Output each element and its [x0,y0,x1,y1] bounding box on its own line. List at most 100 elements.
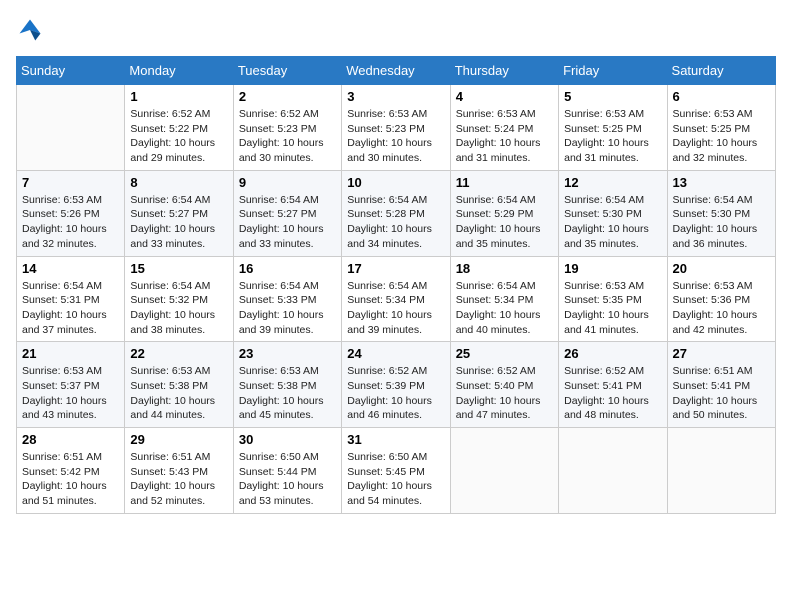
calendar-header-row: SundayMondayTuesdayWednesdayThursdayFrid… [17,57,776,85]
calendar-cell: 30 Sunrise: 6:50 AM Sunset: 5:44 PM Dayli… [233,428,341,514]
cell-content: Sunrise: 6:53 AM Sunset: 5:38 PM Dayligh… [239,364,336,423]
cell-content: Sunrise: 6:52 AM Sunset: 5:40 PM Dayligh… [456,364,553,423]
day-number: 8 [130,175,227,190]
calendar-cell: 11Sunrise: 6:54 AM Sunset: 5:29 PM Dayli… [450,170,558,256]
calendar-cell: 14 Sunrise: 6:54 AM Sunset: 5:31 PM Dayli… [17,256,125,342]
day-number: 17 [347,261,444,276]
cell-content: Sunrise: 6:53 AM Sunset: 5:36 PM Dayligh… [673,279,770,338]
calendar-week-row: 1 Sunrise: 6:52 AM Sunset: 5:22 PM Daylig… [17,85,776,171]
cell-content: Sunrise: 6:54 AM Sunset: 5:31 PM Dayligh… [22,279,119,338]
logo-icon [16,16,44,44]
day-number: 10 [347,175,444,190]
calendar-cell: 10 Sunrise: 6:54 AM Sunset: 5:28 PM Dayli… [342,170,450,256]
cell-content: Sunrise: 6:52 AM Sunset: 5:39 PM Dayligh… [347,364,444,423]
calendar-cell: 31 Sunrise: 6:50 AM Sunset: 5:45 PM Dayli… [342,428,450,514]
calendar-cell: 8 Sunrise: 6:54 AM Sunset: 5:27 PM Daylig… [125,170,233,256]
cell-content: Sunrise: 6:50 AM Sunset: 5:44 PM Dayligh… [239,450,336,509]
weekday-header-wednesday: Wednesday [342,57,450,85]
day-number: 3 [347,89,444,104]
page-header [16,16,776,44]
calendar-cell: 23Sunrise: 6:53 AM Sunset: 5:38 PM Dayli… [233,342,341,428]
calendar-cell: 12 Sunrise: 6:54 AM Sunset: 5:30 PM Dayli… [559,170,667,256]
cell-content: Sunrise: 6:53 AM Sunset: 5:37 PM Dayligh… [22,364,119,423]
cell-content: Sunrise: 6:52 AM Sunset: 5:22 PM Dayligh… [130,107,227,166]
calendar-cell: 16 Sunrise: 6:54 AM Sunset: 5:33 PM Dayli… [233,256,341,342]
cell-content: Sunrise: 6:54 AM Sunset: 5:28 PM Dayligh… [347,193,444,252]
calendar-cell: 21 Sunrise: 6:53 AM Sunset: 5:37 PM Dayli… [17,342,125,428]
calendar-week-row: 14 Sunrise: 6:54 AM Sunset: 5:31 PM Dayli… [17,256,776,342]
day-number: 24 [347,346,444,361]
day-number: 25 [456,346,553,361]
cell-content: Sunrise: 6:54 AM Sunset: 5:33 PM Dayligh… [239,279,336,338]
logo [16,16,48,44]
cell-content: Sunrise: 6:52 AM Sunset: 5:23 PM Dayligh… [239,107,336,166]
day-number: 26 [564,346,661,361]
calendar-table: SundayMondayTuesdayWednesdayThursdayFrid… [16,56,776,514]
day-number: 16 [239,261,336,276]
calendar-cell: 27Sunrise: 6:51 AM Sunset: 5:41 PM Dayli… [667,342,775,428]
cell-content: Sunrise: 6:54 AM Sunset: 5:30 PM Dayligh… [673,193,770,252]
cell-content: Sunrise: 6:54 AM Sunset: 5:27 PM Dayligh… [239,193,336,252]
cell-content: Sunrise: 6:53 AM Sunset: 5:23 PM Dayligh… [347,107,444,166]
weekday-header-monday: Monday [125,57,233,85]
calendar-week-row: 7 Sunrise: 6:53 AM Sunset: 5:26 PM Daylig… [17,170,776,256]
calendar-cell: 29 Sunrise: 6:51 AM Sunset: 5:43 PM Dayli… [125,428,233,514]
cell-content: Sunrise: 6:53 AM Sunset: 5:35 PM Dayligh… [564,279,661,338]
cell-content: Sunrise: 6:54 AM Sunset: 5:32 PM Dayligh… [130,279,227,338]
day-number: 20 [673,261,770,276]
weekday-header-saturday: Saturday [667,57,775,85]
calendar-cell: 18 Sunrise: 6:54 AM Sunset: 5:34 PM Dayli… [450,256,558,342]
cell-content: Sunrise: 6:54 AM Sunset: 5:27 PM Dayligh… [130,193,227,252]
calendar-cell [667,428,775,514]
calendar-cell: 19 Sunrise: 6:53 AM Sunset: 5:35 PM Dayli… [559,256,667,342]
calendar-cell: 4 Sunrise: 6:53 AM Sunset: 5:24 PM Daylig… [450,85,558,171]
calendar-week-row: 21 Sunrise: 6:53 AM Sunset: 5:37 PM Dayli… [17,342,776,428]
calendar-cell [450,428,558,514]
day-number: 29 [130,432,227,447]
day-number: 19 [564,261,661,276]
calendar-cell: 2Sunrise: 6:52 AM Sunset: 5:23 PM Daylig… [233,85,341,171]
calendar-cell: 9Sunrise: 6:54 AM Sunset: 5:27 PM Daylig… [233,170,341,256]
cell-content: Sunrise: 6:53 AM Sunset: 5:24 PM Dayligh… [456,107,553,166]
calendar-cell: 24 Sunrise: 6:52 AM Sunset: 5:39 PM Dayli… [342,342,450,428]
calendar-cell: 20 Sunrise: 6:53 AM Sunset: 5:36 PM Dayli… [667,256,775,342]
cell-content: Sunrise: 6:54 AM Sunset: 5:29 PM Dayligh… [456,193,553,252]
cell-content: Sunrise: 6:54 AM Sunset: 5:30 PM Dayligh… [564,193,661,252]
day-number: 22 [130,346,227,361]
calendar-cell: 3 Sunrise: 6:53 AM Sunset: 5:23 PM Daylig… [342,85,450,171]
day-number: 28 [22,432,119,447]
day-number: 18 [456,261,553,276]
calendar-cell: 6 Sunrise: 6:53 AM Sunset: 5:25 PM Daylig… [667,85,775,171]
day-number: 1 [130,89,227,104]
day-number: 30 [239,432,336,447]
cell-content: Sunrise: 6:51 AM Sunset: 5:43 PM Dayligh… [130,450,227,509]
day-number: 7 [22,175,119,190]
weekday-header-tuesday: Tuesday [233,57,341,85]
day-number: 6 [673,89,770,104]
cell-content: Sunrise: 6:54 AM Sunset: 5:34 PM Dayligh… [347,279,444,338]
calendar-cell: 5Sunrise: 6:53 AM Sunset: 5:25 PM Daylig… [559,85,667,171]
day-number: 21 [22,346,119,361]
cell-content: Sunrise: 6:53 AM Sunset: 5:25 PM Dayligh… [673,107,770,166]
day-number: 15 [130,261,227,276]
calendar-cell: 13 Sunrise: 6:54 AM Sunset: 5:30 PM Dayli… [667,170,775,256]
cell-content: Sunrise: 6:54 AM Sunset: 5:34 PM Dayligh… [456,279,553,338]
cell-content: Sunrise: 6:53 AM Sunset: 5:26 PM Dayligh… [22,193,119,252]
calendar-cell: 25 Sunrise: 6:52 AM Sunset: 5:40 PM Dayli… [450,342,558,428]
day-number: 31 [347,432,444,447]
calendar-cell: 17 Sunrise: 6:54 AM Sunset: 5:34 PM Dayli… [342,256,450,342]
day-number: 12 [564,175,661,190]
calendar-cell: 7 Sunrise: 6:53 AM Sunset: 5:26 PM Daylig… [17,170,125,256]
cell-content: Sunrise: 6:53 AM Sunset: 5:38 PM Dayligh… [130,364,227,423]
day-number: 4 [456,89,553,104]
calendar-cell: 22 Sunrise: 6:53 AM Sunset: 5:38 PM Dayli… [125,342,233,428]
cell-content: Sunrise: 6:50 AM Sunset: 5:45 PM Dayligh… [347,450,444,509]
day-number: 13 [673,175,770,190]
calendar-cell: 28Sunrise: 6:51 AM Sunset: 5:42 PM Dayli… [17,428,125,514]
cell-content: Sunrise: 6:52 AM Sunset: 5:41 PM Dayligh… [564,364,661,423]
weekday-header-thursday: Thursday [450,57,558,85]
calendar-cell [17,85,125,171]
calendar-week-row: 28Sunrise: 6:51 AM Sunset: 5:42 PM Dayli… [17,428,776,514]
day-number: 27 [673,346,770,361]
day-number: 14 [22,261,119,276]
